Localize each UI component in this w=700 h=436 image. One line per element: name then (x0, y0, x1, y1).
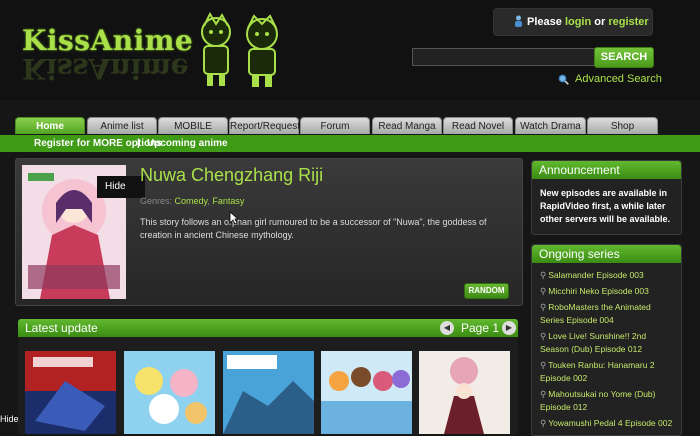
latest-update-header: Latest update ◀ Page 1 ▶ (18, 319, 518, 337)
advanced-search-label: Advanced Search (575, 73, 662, 85)
register-more-link[interactable]: Register for MORE options (34, 135, 162, 152)
sub-nav: Register for MORE options | Upcoming ani… (0, 135, 700, 152)
series-item[interactable]: ⚲ Touken Ranbu: Hanamaru 2 Episode 002 (540, 359, 677, 385)
tab-read-novel[interactable]: Read Novel (443, 117, 513, 134)
latest-update-title: Latest update (25, 321, 98, 335)
series-item[interactable]: ⚲ Salamander Episode 003 (540, 269, 677, 282)
anime-thumbnail[interactable] (223, 351, 314, 434)
search-button[interactable]: SEARCH (594, 47, 654, 68)
upcoming-anime-link[interactable]: Upcoming anime (147, 135, 228, 152)
series-item[interactable]: ⚲ Micchiri Neko Episode 003 (540, 285, 677, 298)
tab-report-request[interactable]: Report/Request (229, 117, 300, 134)
page-indicator: Page 1 (461, 321, 500, 335)
genres-label: Genres: (140, 196, 173, 206)
logo-reflection: KissAnime (22, 52, 189, 85)
announcement-text: New episodes are available in RapidVideo… (540, 188, 671, 224)
magnifier-icon (558, 74, 569, 85)
series-item[interactable]: ⚲ Love Live! Sunshine!! 2nd Season (Dub) … (540, 330, 677, 356)
main-nav-tabs: Home Anime list MOBILE Report/Request Fo… (0, 117, 700, 135)
series-item[interactable]: ⚲ RoboMasters the Animated Series Episode… (540, 301, 677, 327)
announcement-title: Announcement (532, 161, 681, 179)
anime-thumbnail[interactable] (25, 351, 116, 434)
site-header: KissAnime KissAnime Please login or regi… (0, 0, 700, 100)
series-item[interactable]: ⚲ Mahoutsukai no Yome (Dub) Episode 012 (540, 388, 677, 414)
announcement-box: Announcement New episodes are available … (531, 160, 682, 235)
anime-thumbnail[interactable] (419, 351, 510, 434)
mascot-right-image (246, 14, 278, 87)
login-or: or (594, 16, 606, 28)
search-input[interactable] (412, 48, 595, 66)
random-button[interactable]: RANDOM (464, 283, 509, 299)
anime-thumbnail[interactable] (124, 351, 215, 434)
link-icon: ⚲ (540, 302, 547, 312)
login-box: Please login or register (493, 8, 653, 36)
link-icon: ⚲ (540, 360, 547, 370)
tab-home[interactable]: Home (15, 117, 85, 134)
featured-panel: Hide Nuwa Chengzhang Riji Genres: Comedy… (15, 158, 523, 306)
featured-title[interactable]: Nuwa Chengzhang Riji (140, 165, 323, 186)
featured-genres: Genres: Comedy, Fantasy (140, 196, 245, 206)
user-icon (515, 15, 522, 27)
series-item[interactable]: ⚲ Yowamushi Pedal 4 Episode 002 (540, 417, 677, 430)
hide-link[interactable]: Hide (0, 414, 19, 424)
tab-forum[interactable]: Forum (300, 117, 370, 134)
link-icon: ⚲ (540, 418, 547, 428)
anime-thumbnail[interactable] (321, 351, 412, 434)
next-page-button[interactable]: ▶ (502, 321, 516, 335)
tab-anime-list[interactable]: Anime list (87, 117, 157, 134)
prev-page-button[interactable]: ◀ (440, 321, 454, 335)
ongoing-series-box: Ongoing series ⚲ Salamander Episode 003 ⚲… (531, 244, 682, 436)
hide-tooltip[interactable]: Hide (97, 176, 145, 198)
ongoing-series-list: ⚲ Salamander Episode 003 ⚲ Micchiri Neko E… (532, 263, 681, 430)
subnav-separator: | (137, 138, 140, 149)
register-link[interactable]: register (608, 16, 648, 28)
genre-link-comedy[interactable]: Comedy (175, 196, 208, 206)
link-icon: ⚲ (540, 270, 547, 280)
tab-shop[interactable]: Shop (587, 117, 658, 134)
link-icon: ⚲ (540, 331, 547, 341)
latest-update-thumbnails (18, 337, 518, 434)
mouse-cursor-icon (229, 211, 239, 225)
ongoing-series-title: Ongoing series (532, 245, 681, 263)
tab-watch-drama[interactable]: Watch Drama (515, 117, 586, 134)
tab-read-manga[interactable]: Read Manga (372, 117, 442, 134)
genre-link-fantasy[interactable]: Fantasy (212, 196, 244, 206)
advanced-search-link[interactable]: Advanced Search (558, 73, 662, 85)
tab-mobile[interactable]: MOBILE (158, 117, 228, 134)
featured-description: This story follows an orphan girl rumour… (140, 217, 487, 240)
link-icon: ⚲ (540, 286, 547, 296)
login-prompt: Please (527, 16, 562, 28)
login-link[interactable]: login (565, 16, 591, 28)
link-icon: ⚲ (540, 389, 547, 399)
